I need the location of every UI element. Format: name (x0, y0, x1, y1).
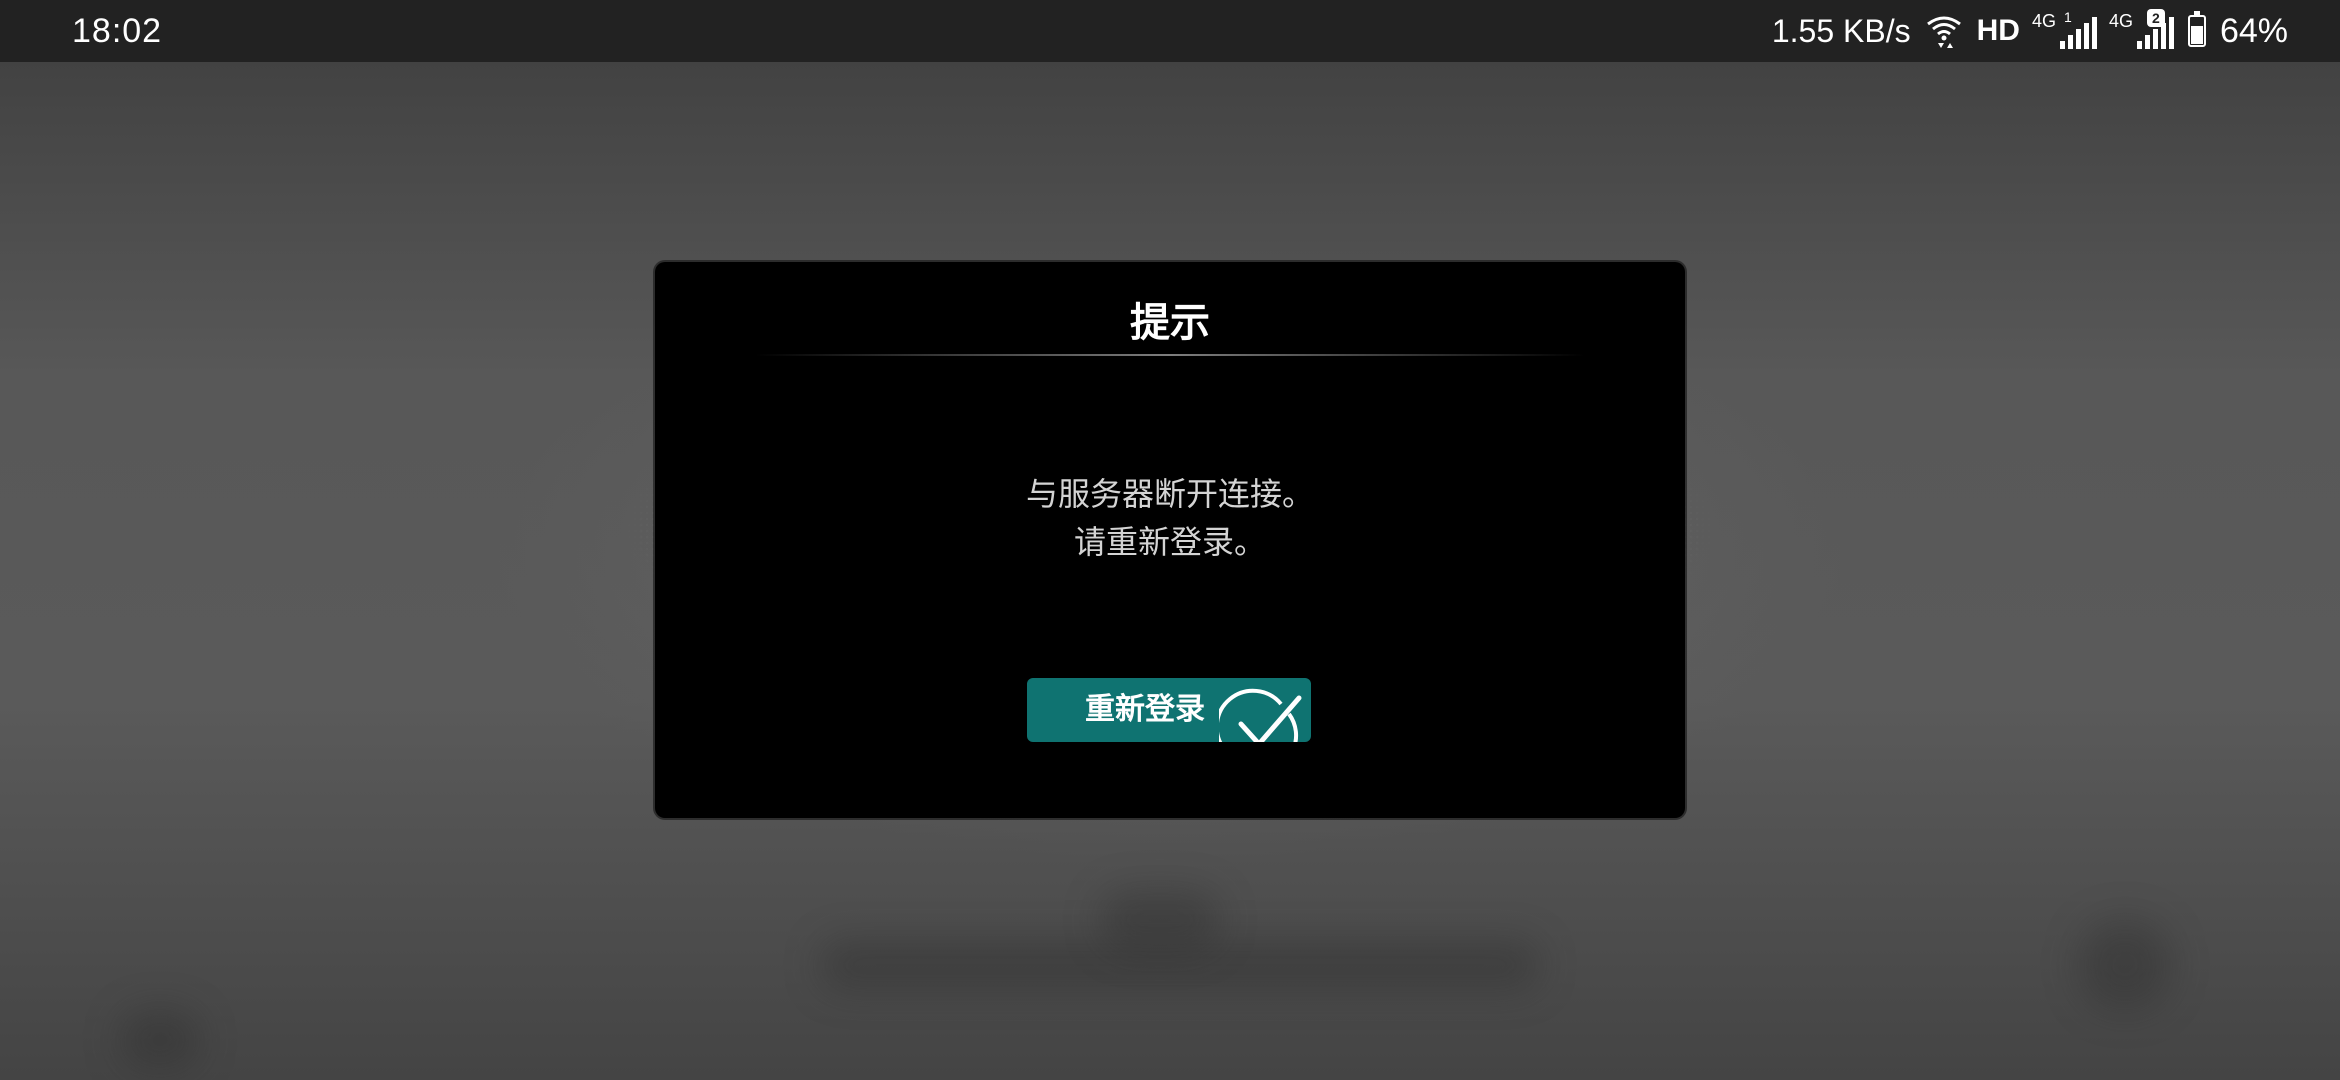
relogin-button[interactable]: 重新登录 (1027, 678, 1311, 742)
check-icon (1219, 688, 1302, 742)
sim2-index: 2 (2146, 9, 2165, 27)
title-divider (755, 354, 1585, 356)
network-speed: 1.55 KB/s (1771, 12, 1911, 49)
disconnect-dialog: 提示 与服务器断开连接。 请重新登录。 重新登录 (655, 262, 1685, 818)
sim2-network-type: 4G (2108, 11, 2133, 31)
message-line-2: 请重新登录。 (1073, 523, 1266, 561)
dialog-title: 提示 (1130, 299, 1210, 346)
sim1-index: 1 (2063, 9, 2072, 25)
sim1-signal: 4G 1 (2031, 9, 2097, 49)
message-line-1: 与服务器断开连接。 (1025, 475, 1314, 513)
sim2-signal: 4G 2 (2108, 9, 2174, 49)
battery-percentage: 64% (2219, 11, 2288, 50)
dialog-message: 与服务器断开连接。 请重新登录。 (655, 470, 1685, 566)
status-indicators: 1.55 KB/s HD 4G 1 4G 2 64% (1771, 9, 2288, 52)
wifi-icon (1926, 16, 1961, 48)
background-blur-shape (1100, 890, 1220, 950)
hd-indicator: HD (1976, 14, 2020, 47)
status-time: 18:02 (72, 12, 163, 50)
battery-icon (2187, 11, 2206, 47)
background-blur-shape (120, 1010, 200, 1070)
background-blur-shape (2080, 920, 2170, 1010)
relogin-button-label: 重新登录 (1085, 692, 1205, 727)
battery-level-fill (2190, 26, 2203, 44)
sim1-network-type: 4G (2031, 11, 2056, 31)
status-bar: 18:02 1.55 KB/s HD 4G 1 4G 2 64% (0, 0, 2340, 62)
